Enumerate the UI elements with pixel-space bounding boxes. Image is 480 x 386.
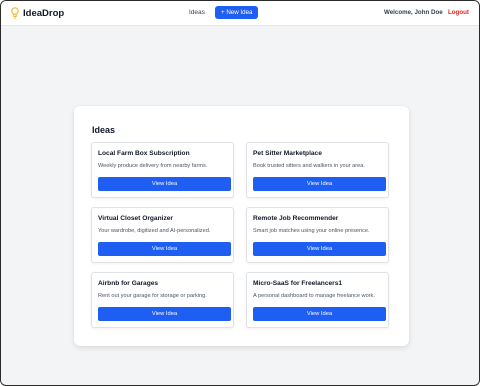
view-idea-button[interactable]: View Idea bbox=[253, 307, 386, 321]
view-idea-button[interactable]: View Idea bbox=[253, 177, 386, 191]
brand[interactable]: IdeaDrop bbox=[11, 7, 64, 20]
idea-card: Virtual Closet Organizer Your wardrobe, … bbox=[91, 207, 234, 263]
idea-description: Book trusted sitters and walkers in your… bbox=[253, 163, 365, 169]
idea-title: Remote Job Recommender bbox=[253, 215, 339, 222]
idea-title: Virtual Closet Organizer bbox=[98, 215, 173, 222]
idea-card: Airbnb for Garages Rent out your garage … bbox=[91, 272, 234, 328]
view-idea-button[interactable]: View Idea bbox=[253, 242, 386, 256]
brand-name: IdeaDrop bbox=[23, 8, 65, 19]
idea-description: Smart job matches using your online pres… bbox=[253, 228, 370, 234]
welcome-text: Welcome, John Doe bbox=[384, 9, 443, 16]
idea-description: Rent out your garage for storage or park… bbox=[98, 293, 207, 299]
browser-frame: IdeaDrop Ideas + New Idea Welcome, John … bbox=[0, 0, 480, 386]
page-title: Ideas bbox=[92, 125, 116, 135]
ideas-panel: Ideas Local Farm Box Subscription Weekly… bbox=[74, 106, 409, 346]
idea-description: Weekly produce delivery from nearby farm… bbox=[98, 163, 208, 169]
new-idea-button[interactable]: + New Idea bbox=[215, 6, 259, 19]
logout-link[interactable]: Logout bbox=[448, 9, 469, 16]
view-idea-button[interactable]: View Idea bbox=[98, 242, 231, 256]
idea-title: Airbnb for Garages bbox=[98, 280, 159, 287]
idea-title: Micro-SaaS for Freelancers1 bbox=[253, 280, 343, 287]
lightbulb-icon bbox=[11, 7, 19, 19]
idea-title: Local Farm Box Subscription bbox=[98, 150, 190, 157]
idea-description: A personal dashboard to manage freelance… bbox=[253, 293, 375, 299]
view-idea-button[interactable]: View Idea bbox=[98, 307, 231, 321]
idea-title: Pet Sitter Marketplace bbox=[253, 150, 322, 157]
idea-card: Remote Job Recommender Smart job matches… bbox=[246, 207, 389, 263]
idea-card: Micro-SaaS for Freelancers1 A personal d… bbox=[246, 272, 389, 328]
idea-description: Your wardrobe, digitized and AI-personal… bbox=[98, 228, 211, 234]
nav-link-ideas[interactable]: Ideas bbox=[189, 9, 205, 16]
idea-card: Pet Sitter Marketplace Book trusted sitt… bbox=[246, 142, 389, 198]
idea-card: Local Farm Box Subscription Weekly produ… bbox=[91, 142, 234, 198]
view-idea-button[interactable]: View Idea bbox=[98, 177, 231, 191]
navbar: IdeaDrop Ideas + New Idea Welcome, John … bbox=[1, 1, 479, 26]
